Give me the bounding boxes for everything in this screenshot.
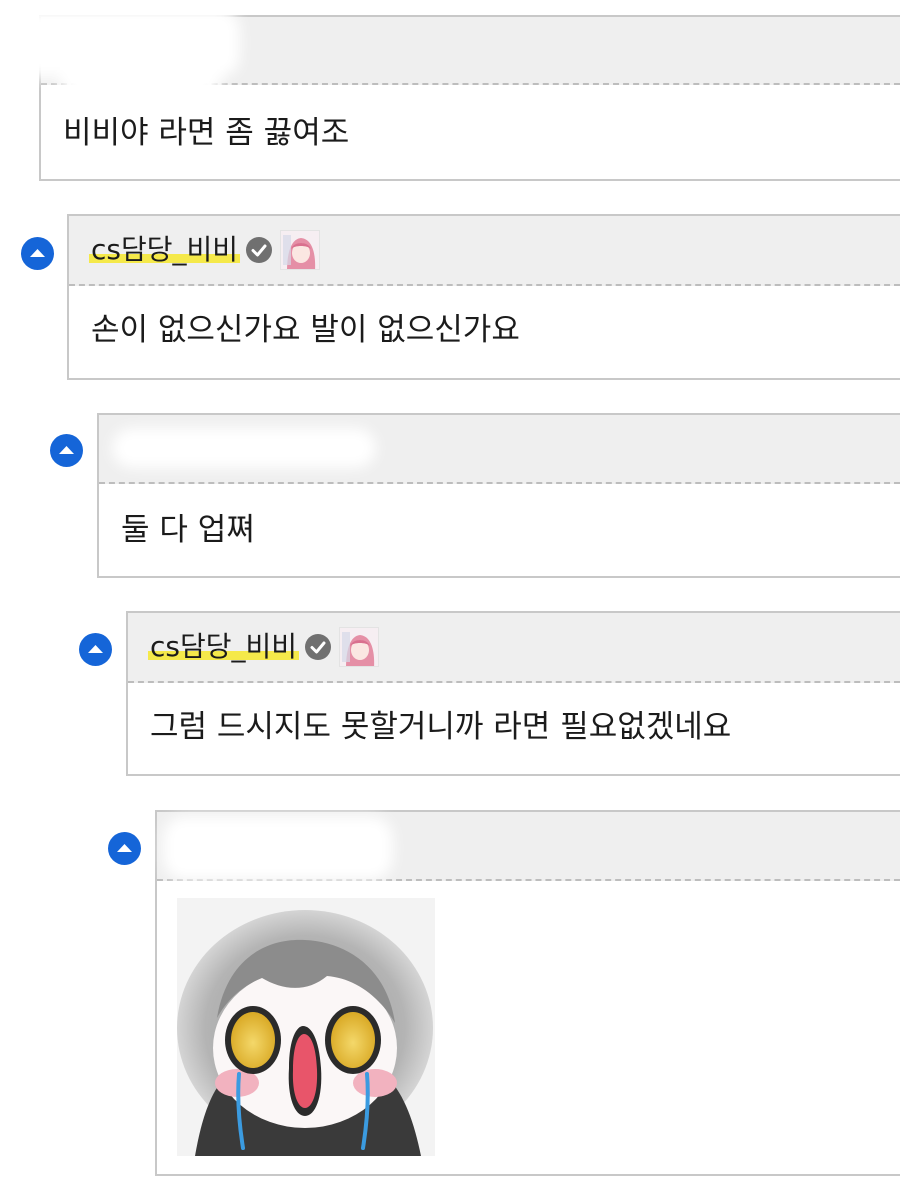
comment-header: cs담당_비비 [69,216,900,286]
redacted-author [163,816,393,880]
comment-header: cs담당_비비 [128,613,900,683]
verified-check-icon [305,634,332,660]
redacted-author [60,30,220,102]
redacted-author [112,428,376,468]
comment-author[interactable]: cs담당_비비 [89,230,321,270]
comment-body: 그럼 드시지도 못할거니까 라면 필요없겠네요 [128,683,900,776]
verified-check-icon [246,237,273,263]
profile-thumbnail [280,230,321,270]
comment-body: 손이 없으신가요 발이 없으신가요 [69,286,900,380]
crying-character-sticker [177,898,435,1156]
comment-text: 둘 다 업쪄 [121,512,255,548]
author-name[interactable]: cs담당_비비 [89,233,241,267]
comment-2: cs담당_비비 손이 없으신가요 발이 없으신가요 [67,214,900,380]
collapse-up-icon[interactable] [79,633,112,666]
comment-text: 손이 없으신가요 발이 없으신가요 [91,312,520,348]
author-name[interactable]: cs담당_비비 [148,630,300,664]
comment-body: 둘 다 업쪄 [99,484,900,578]
comment-text: 그럼 드시지도 못할거니까 라면 필요없겠네요 [150,709,732,745]
collapse-up-icon[interactable] [21,237,54,270]
comment-4: cs담당_비비 그럼 드시지도 못할거니까 라면 필요없겠네요 [126,611,900,776]
profile-thumbnail [339,627,380,667]
collapse-up-icon[interactable] [108,832,141,865]
collapse-up-icon[interactable] [50,434,83,467]
comment-author[interactable]: cs담당_비비 [148,627,380,667]
comment-text: 비비야 라면 좀 끓여조 [63,115,350,151]
